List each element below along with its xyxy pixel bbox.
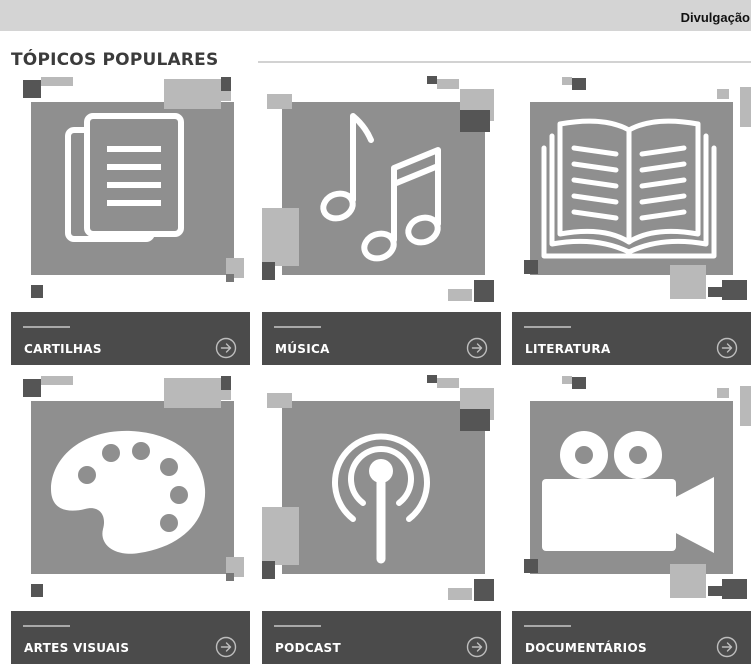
topic-card-artes-visuais[interactable]: ARTES VISUAIS [11,371,250,664]
card-artwork [11,72,250,312]
footer-rule [524,625,571,627]
arrow-right-circle-icon[interactable] [466,636,488,658]
topic-card-podcast[interactable]: PODCAST [262,371,501,664]
arrow-right-circle-icon[interactable] [215,636,237,658]
topic-card-documentarios[interactable]: DOCUMENTÁRIOS [512,371,751,664]
card-label: MÚSICA [275,342,330,356]
footer-rule [23,625,70,627]
footer-rule [524,326,571,328]
footer-rule [274,326,321,328]
card-artwork [262,72,501,312]
card-footer: PODCAST [262,611,501,664]
popular-topics-section: TÓPICOS POPULARES CARTILHAS MÚSICA LITER… [0,31,751,664]
arrow-right-circle-icon[interactable] [466,337,488,359]
topic-card-literatura[interactable]: LITERATURA [512,72,751,365]
footer-rule [274,625,321,627]
arrow-right-circle-icon[interactable] [716,636,738,658]
card-label: DOCUMENTÁRIOS [525,641,647,655]
credit-bar: Divulgação [0,0,751,31]
topic-card-cartilhas[interactable]: CARTILHAS [11,72,250,365]
documents-icon [65,113,184,242]
title-divider [258,61,751,63]
card-artwork [512,371,751,611]
section-title: TÓPICOS POPULARES [11,50,219,70]
card-label: PODCAST [275,641,341,655]
card-label: ARTES VISUAIS [24,641,130,655]
card-artwork [262,371,501,611]
card-footer: ARTES VISUAIS [11,611,250,664]
card-artwork [11,371,250,611]
footer-rule [23,326,70,328]
arrow-right-circle-icon[interactable] [215,337,237,359]
card-label: CARTILHAS [24,342,102,356]
card-footer: LITERATURA [512,312,751,365]
card-footer: DOCUMENTÁRIOS [512,611,751,664]
card-footer: MÚSICA [262,312,501,365]
card-artwork [512,72,751,312]
topic-card-musica[interactable]: MÚSICA [262,72,501,365]
arrow-right-circle-icon[interactable] [716,337,738,359]
card-footer: CARTILHAS [11,312,250,365]
photo-credit: Divulgação [680,10,750,25]
card-label: LITERATURA [525,342,611,356]
